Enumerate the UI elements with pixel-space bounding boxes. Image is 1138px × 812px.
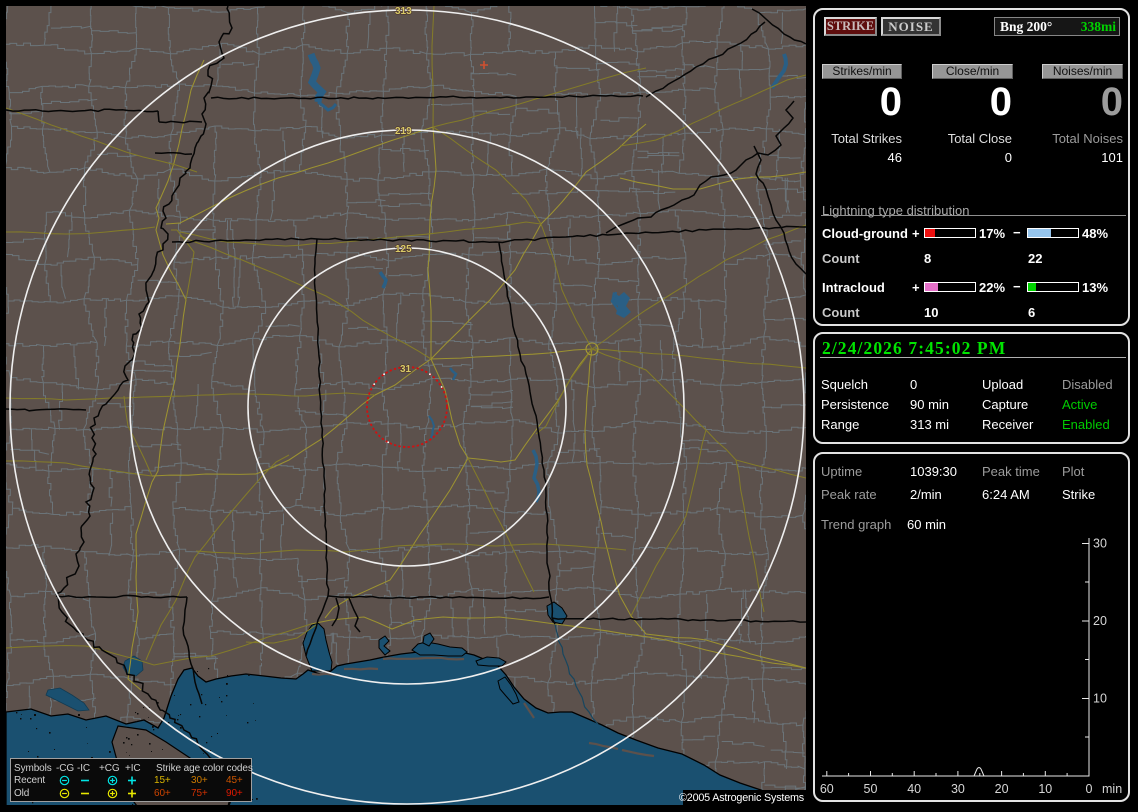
svg-text:10: 10	[1038, 782, 1052, 796]
svg-text:0: 0	[1086, 782, 1093, 796]
svg-text:219: 219	[395, 126, 412, 137]
svg-text:313: 313	[395, 6, 412, 17]
svg-text:10: 10	[1093, 692, 1107, 706]
svg-text:30: 30	[951, 782, 965, 796]
svg-text:60: 60	[820, 782, 834, 796]
svg-text:31: 31	[400, 364, 412, 375]
svg-text:40: 40	[907, 782, 921, 796]
svg-text:20: 20	[1093, 614, 1107, 628]
svg-text:125: 125	[395, 244, 412, 255]
svg-text:20: 20	[995, 782, 1009, 796]
svg-text:30: 30	[1093, 537, 1107, 551]
svg-text:50: 50	[864, 782, 878, 796]
svg-text:min: min	[1102, 782, 1122, 796]
